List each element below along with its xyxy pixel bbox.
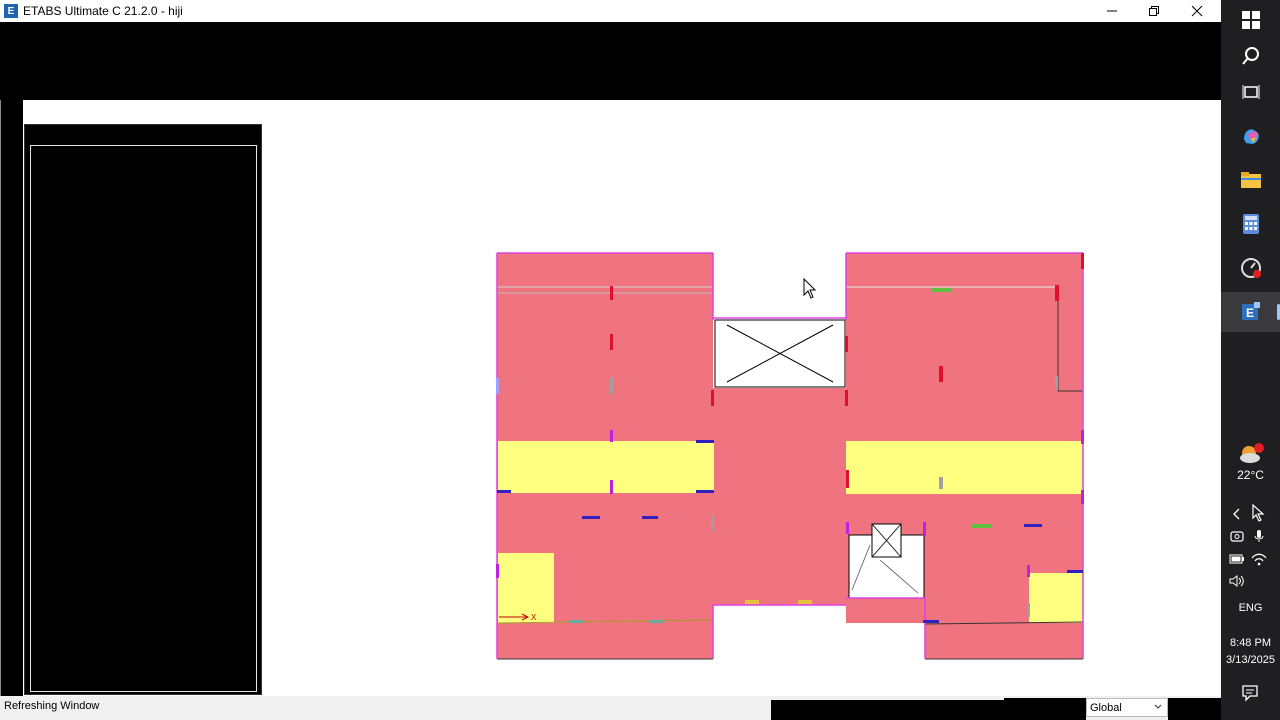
copilot-icon <box>1243 129 1259 144</box>
camera-icon <box>1230 531 1244 542</box>
weather-widget[interactable] <box>1221 440 1280 468</box>
wifi-tray-button[interactable] <box>1249 550 1269 568</box>
pointer-tray-button[interactable] <box>1249 504 1269 522</box>
floor-plan-drawing[interactable]: X <box>262 100 1221 696</box>
status-panel-units[interactable] <box>1168 698 1221 720</box>
calculator-button[interactable] <box>1221 204 1280 244</box>
yellow-block-right[interactable] <box>1029 573 1083 623</box>
recorder-icon <box>1240 258 1261 278</box>
close-button[interactable] <box>1176 0 1218 22</box>
close-icon <box>1191 5 1203 17</box>
clock-date[interactable]: 3/13/2025 <box>1221 654 1280 666</box>
windows-logo-icon <box>1241 11 1260 29</box>
show-hidden-icons-button[interactable] <box>1227 505 1247 523</box>
wifi-icon <box>1251 553 1267 566</box>
cursor-icon <box>1252 504 1265 522</box>
search-icon <box>1241 47 1259 65</box>
task-view-icon <box>1242 85 1259 99</box>
folder-icon <box>1240 172 1261 188</box>
etabs-icon: E <box>1241 302 1260 320</box>
input-language[interactable]: ENG <box>1221 602 1280 614</box>
search-button[interactable] <box>1221 36 1280 76</box>
minimize-button[interactable] <box>1091 0 1133 22</box>
battery-icon <box>1229 554 1244 564</box>
plan-view-canvas[interactable]: X <box>262 100 1221 696</box>
restore-icon <box>1149 6 1159 16</box>
microphone-tray-button[interactable] <box>1249 527 1269 545</box>
task-view-button[interactable] <box>1221 72 1280 112</box>
coordinate-system-value: Global <box>1090 701 1122 714</box>
etabs-app-icon[interactable]: E <box>4 4 18 18</box>
left-toolbar-strip <box>0 100 23 696</box>
copilot-button[interactable] <box>1221 116 1280 156</box>
opening-top <box>713 317 846 388</box>
status-panel-dark <box>771 700 1004 720</box>
title-bar: E ETABS Ultimate C 21.2.0 - hiji <box>0 0 1221 22</box>
weather-cloud-icon <box>1239 443 1264 463</box>
slab-right-bottom[interactable] <box>925 623 1083 659</box>
minimize-icon <box>1107 10 1117 12</box>
yellow-band-right[interactable] <box>846 441 1083 494</box>
volume-icon <box>1229 575 1244 587</box>
yellow-band-left[interactable] <box>498 441 714 493</box>
toolbar-ribbon <box>0 22 1221 100</box>
volume-tray-button[interactable] <box>1227 572 1247 590</box>
restore-button[interactable] <box>1133 0 1175 22</box>
status-message: Refreshing Window <box>4 700 100 712</box>
coordinate-system-dropdown[interactable]: Global <box>1086 698 1168 717</box>
calculator-icon <box>1242 214 1259 234</box>
file-explorer-button[interactable] <box>1221 160 1280 200</box>
mouse-cursor-icon <box>803 277 817 299</box>
app-window: E ETABS Ultimate C 21.2.0 - hiji X Refre… <box>0 0 1280 720</box>
notification-center-button[interactable] <box>1240 684 1260 702</box>
chevron-left-icon <box>1233 508 1240 520</box>
yellow-block-left[interactable] <box>498 553 554 623</box>
microphone-icon <box>1254 530 1264 542</box>
start-button[interactable] <box>1221 0 1280 40</box>
battery-tray-button[interactable] <box>1227 550 1247 568</box>
camera-tray-button[interactable] <box>1227 527 1247 545</box>
status-bar: Refreshing Window <box>0 696 1221 720</box>
axis-x-label: X <box>531 613 537 622</box>
clock-time[interactable]: 8:48 PM <box>1221 637 1280 649</box>
model-explorer-tree[interactable] <box>30 145 257 692</box>
slab-center[interactable] <box>713 388 846 605</box>
status-panel-coords <box>1004 698 1086 720</box>
windows-taskbar: E 22°C ENG 8:48 PM 3/13/2025 <box>1221 0 1280 720</box>
notification-icon <box>1242 685 1258 702</box>
chevron-down-icon <box>1154 704 1162 709</box>
svg-text:E: E <box>1246 306 1254 320</box>
model-explorer-panel <box>24 124 262 695</box>
etabs-taskbar-button[interactable]: E <box>1221 292 1280 332</box>
opening-bottom <box>848 523 925 599</box>
screen-recorder-button[interactable] <box>1221 248 1280 288</box>
weather-temperature: 22°C <box>1237 468 1264 482</box>
window-title: ETABS Ultimate C 21.2.0 - hiji <box>23 4 183 18</box>
